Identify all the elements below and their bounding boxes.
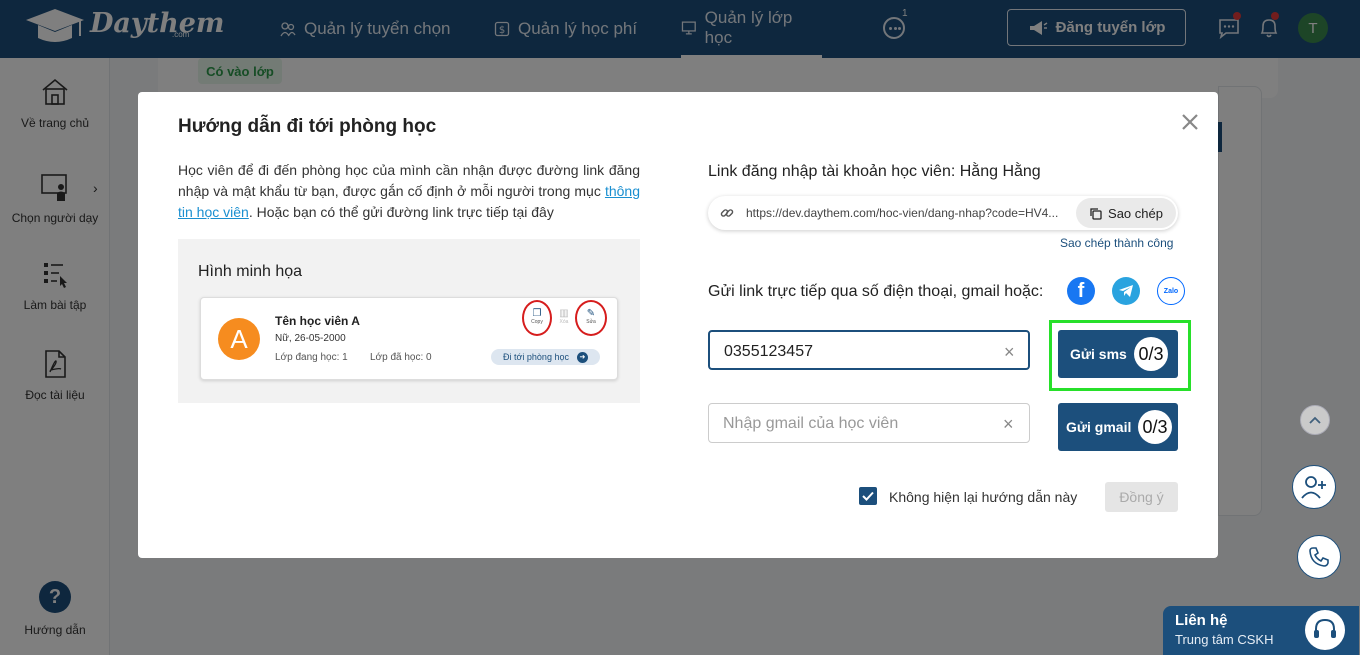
phone-input[interactable]: 0355123457 × bbox=[708, 330, 1030, 370]
student-name: Tên học viên A bbox=[275, 314, 360, 328]
support-widget[interactable]: Liên hệ Trung tâm CSKH bbox=[1163, 606, 1359, 655]
send-gmail-button[interactable]: Gửi gmail 0/3 bbox=[1058, 403, 1178, 451]
copy-link-button[interactable]: Sao chép bbox=[1076, 198, 1176, 228]
delete-action-label: Xóa bbox=[559, 319, 569, 325]
call-button[interactable] bbox=[1297, 535, 1341, 579]
arrow-right-icon: ➜ bbox=[576, 351, 588, 363]
facebook-icon[interactable]: f bbox=[1067, 277, 1095, 305]
scroll-top-button[interactable] bbox=[1300, 405, 1330, 435]
close-icon[interactable] bbox=[1178, 110, 1202, 134]
annotation-circle bbox=[575, 300, 607, 336]
phone-icon bbox=[1309, 547, 1329, 567]
illustration-title: Hình minh họa bbox=[198, 263, 303, 280]
student-dob: Nữ, 26-05-2000 bbox=[275, 333, 346, 344]
headset-icon bbox=[1305, 610, 1345, 650]
login-link-label: Link đăng nhập tài khoản học viên: Hằng … bbox=[708, 163, 1041, 180]
clear-phone-icon[interactable]: × bbox=[1004, 342, 1015, 363]
dont-show-checkbox[interactable] bbox=[859, 487, 877, 505]
clear-gmail-icon[interactable]: × bbox=[1003, 414, 1014, 435]
dont-show-label[interactable]: Không hiện lại hướng dẫn này bbox=[889, 489, 1077, 505]
student-done-classes: Lớp đã học: 0 bbox=[370, 352, 432, 363]
intro-post: . Hoặc bạn có thể gửi đường link trực ti… bbox=[248, 204, 554, 220]
gmail-count-badge: 0/3 bbox=[1138, 410, 1172, 444]
sms-count-badge: 0/3 bbox=[1134, 337, 1168, 371]
phone-input-value: 0355123457 bbox=[724, 343, 813, 360]
classroom-guide-modal: Hướng dẫn đi tới phòng học Học viên để đ… bbox=[138, 92, 1218, 558]
telegram-icon[interactable] bbox=[1112, 277, 1140, 305]
gmail-input[interactable]: Nhập gmail của học viên × bbox=[708, 403, 1030, 443]
trash-icon: ▥ bbox=[559, 308, 569, 319]
student-avatar: A bbox=[218, 318, 260, 360]
go-to-room-label: Đi tới phòng học bbox=[503, 352, 569, 362]
send-link-label: Gửi link trực tiếp qua số điện thoại, gm… bbox=[708, 283, 1044, 300]
intro-text: Học viên để đi đến phòng học của mình cầ… bbox=[178, 160, 640, 223]
login-link-box: https://dev.daythem.com/hoc-vien/dang-nh… bbox=[708, 196, 1178, 230]
annotation-circle bbox=[522, 300, 552, 336]
zalo-icon[interactable]: Zalo bbox=[1157, 277, 1185, 305]
add-user-icon bbox=[1301, 476, 1326, 499]
send-sms-label: Gửi sms bbox=[1070, 346, 1127, 362]
send-sms-button[interactable]: Gửi sms 0/3 bbox=[1058, 330, 1178, 378]
send-gmail-label: Gửi gmail bbox=[1066, 419, 1132, 435]
login-url[interactable]: https://dev.daythem.com/hoc-vien/dang-nh… bbox=[746, 206, 1076, 220]
student-current-classes: Lớp đang học: 1 bbox=[275, 352, 348, 363]
chevron-up-icon bbox=[1309, 416, 1321, 424]
delete-action: ▥ Xóa bbox=[555, 308, 573, 325]
go-to-room-button: Đi tới phòng học ➜ bbox=[491, 349, 600, 365]
add-user-button[interactable] bbox=[1292, 465, 1336, 509]
agree-button[interactable]: Đồng ý bbox=[1105, 482, 1178, 512]
copy-link-label: Sao chép bbox=[1108, 205, 1163, 221]
copy-icon bbox=[1090, 207, 1102, 220]
modal-title: Hướng dẫn đi tới phòng học bbox=[178, 116, 437, 137]
checkmark-icon bbox=[862, 491, 874, 501]
copy-success-text: Sao chép thành công bbox=[1060, 236, 1174, 250]
illustration-panel: Hình minh họa A Tên học viên A Nữ, 26-05… bbox=[178, 239, 640, 403]
illustration-student-card: A Tên học viên A Nữ, 26-05-2000 Lớp đang… bbox=[200, 297, 618, 380]
intro-pre: Học viên để đi đến phòng học của mình cầ… bbox=[178, 162, 640, 199]
link-icon bbox=[720, 209, 734, 217]
gmail-input-placeholder: Nhập gmail của học viên bbox=[723, 415, 899, 432]
